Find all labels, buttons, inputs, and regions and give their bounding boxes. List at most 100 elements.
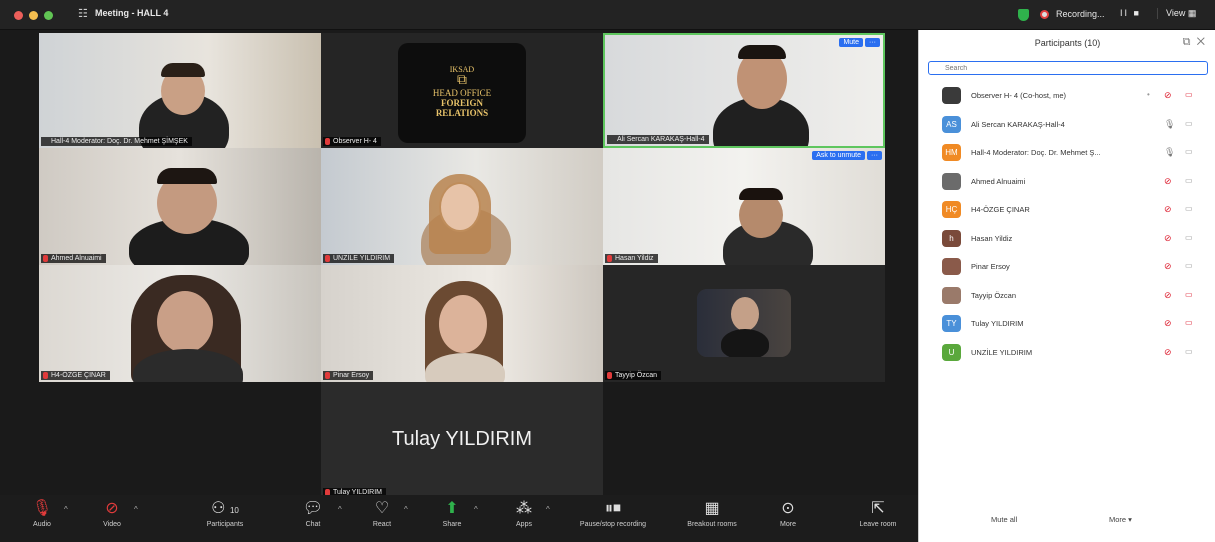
video-tile[interactable]: Pinar Ersoy <box>321 265 603 382</box>
participant-row[interactable]: U UNZİLE YILDIRIM ⊘ ▭ <box>919 339 1215 367</box>
camera-off-icon[interactable]: ▭ <box>1185 90 1193 99</box>
avatar <box>942 286 961 304</box>
iksad-logo: IKSAD ⧉ HEAD OFFICE FOREIGN RELATIONS <box>398 43 526 143</box>
participant-row[interactable]: Ahmed Alnuaimi ⊘ ▭ <box>919 168 1215 196</box>
tile-name: H4-ÖZGE ÇINAR <box>41 371 110 380</box>
participants-panel: Participants (10) ⧉ ✕ 🔍︎ Observer H- 4 (… <box>918 30 1215 542</box>
recording-label: Recording... <box>1056 9 1105 19</box>
share-options-chevron[interactable]: ^ <box>474 505 478 514</box>
mic-muted-icon[interactable]: ⊘ <box>1164 290 1172 301</box>
maximize-window-button[interactable] <box>44 11 53 20</box>
tile-name: Hasan Yildiz <box>605 254 658 263</box>
avatar <box>942 258 961 275</box>
chat-button[interactable]: 💬︎ Chat <box>298 499 328 528</box>
ask-to-unmute-button[interactable]: Ask to unmute <box>812 151 865 160</box>
minimize-window-button[interactable] <box>29 11 38 20</box>
mic-muted-icon[interactable]: ⊘ <box>1164 347 1172 358</box>
pop-out-icon[interactable]: ⧉ <box>1183 36 1191 48</box>
video-button[interactable]: ⊘ Video <box>94 499 130 528</box>
more-badge-button[interactable]: ··· <box>867 151 882 160</box>
participant-name: UNZİLE YILDIRIM <box>971 347 1033 357</box>
audio-button[interactable]: 🎙︎ Audio <box>24 499 60 528</box>
camera-off-icon[interactable]: ▭ <box>1185 290 1193 299</box>
tile-name: UNZİLE YILDIRIM <box>323 254 395 263</box>
participant-row[interactable]: h Hasan Yildiz ⊘ ▭ <box>919 225 1215 253</box>
participant-row[interactable]: Pinar Ersoy ⊘ ▭ <box>919 253 1215 281</box>
pause-stop-recording-button[interactable]: ⏸⏹ Pause/stop recording <box>562 499 664 528</box>
mic-icon[interactable]: 🎙︎ <box>1164 147 1175 158</box>
mute-badge-button[interactable]: Mute <box>839 38 863 47</box>
react-button[interactable]: ♡ React <box>364 499 400 528</box>
view-button[interactable]: View ▦ <box>1157 8 1196 19</box>
participant-name: Pinar Ersoy <box>971 262 1010 271</box>
search-input[interactable] <box>928 61 1208 75</box>
participant-row[interactable]: TY Tulay YILDIRIM ⊘ ▭ <box>919 310 1215 338</box>
audio-options-chevron[interactable]: ^ <box>64 505 68 514</box>
mic-muted-icon[interactable]: ⊘ <box>1164 261 1172 272</box>
meeting-toolbar: 🎙︎ Audio ^ ⊘ Video ^ ⚇ 10 Participants 💬︎ Ch… <box>0 495 918 542</box>
participant-row[interactable]: HÇ H4-ÖZGE ÇINAR ⊘ ▭ <box>919 196 1215 224</box>
video-tile[interactable]: UNZİLE YILDIRIM <box>321 148 603 265</box>
tile-name: Hall-4 Moderator: Doç. Dr. Mehmet ŞİMŞEK <box>41 137 192 146</box>
participant-row[interactable]: Tayyip Özcan ⊘ ▭ <box>919 282 1215 310</box>
video-tile[interactable]: Ask to unmute ··· Hasan Yildiz <box>603 148 885 265</box>
tile-name: Tayyip Özcan <box>605 371 662 380</box>
participant-name: Hasan Yildiz <box>971 233 1013 243</box>
mic-muted-icon[interactable]: ⊘ <box>1164 90 1172 101</box>
participant-row[interactable]: HM Hall-4 Moderator: Doç. Dr. Mehmet Ş...… <box>919 139 1215 167</box>
camera-icon[interactable]: ▭ <box>1185 347 1193 356</box>
avatar: U <box>942 343 961 361</box>
mic-muted-icon[interactable]: ⊘ <box>1164 204 1172 215</box>
video-stage: Hall-4 Moderator: Doç. Dr. Mehmet ŞİMŞEK… <box>0 30 918 499</box>
camera-icon[interactable]: ▭ <box>1185 119 1193 128</box>
react-options-chevron[interactable]: ^ <box>404 505 408 514</box>
share-button[interactable]: ⬆ Share <box>434 499 470 528</box>
panel-more-button[interactable]: More ▾ <box>1109 515 1132 524</box>
participant-name: Ahmed Alnuaimi <box>971 176 1026 186</box>
avatar: h <box>942 229 961 247</box>
video-tile[interactable]: Tulay YILDIRIM Tulay YILDIRIM <box>321 382 603 499</box>
recording-controls[interactable]: II ■ <box>1120 8 1141 18</box>
camera-icon[interactable]: ▭ <box>1185 176 1193 185</box>
video-tile[interactable]: IKSAD ⧉ HEAD OFFICE FOREIGN RELATIONS Ob… <box>321 33 603 148</box>
share-screen-icon: ⬆ <box>445 500 459 517</box>
participants-icon: ⚇ <box>211 500 226 517</box>
more-options-icon[interactable]: • <box>1147 90 1150 99</box>
chat-options-chevron[interactable]: ^ <box>338 505 342 514</box>
mic-muted-icon[interactable]: ⊘ <box>1164 318 1172 329</box>
more-badge-button[interactable]: ··· <box>865 38 880 47</box>
close-icon[interactable]: ✕ <box>1197 36 1205 48</box>
camera-icon[interactable]: ▭ <box>1185 147 1193 156</box>
mic-icon[interactable]: 🎙︎ <box>1164 119 1175 130</box>
mute-all-button[interactable]: Mute all <box>991 515 1017 524</box>
camera-icon[interactable]: ▭ <box>1185 204 1193 213</box>
avatar: HÇ <box>942 201 961 218</box>
participant-row[interactable]: Observer H- 4 (Co-host, me) • ⊘ ▭ <box>919 82 1215 110</box>
video-tile-active[interactable]: Mute ··· Ali Sercan KARAKAŞ-Hall-4 <box>603 33 885 148</box>
video-tile[interactable]: Ahmed Alnuaimi <box>39 148 321 265</box>
more-button[interactable]: ⊙ More <box>770 499 806 528</box>
participants-button[interactable]: ⚇ 10 Participants <box>195 499 255 528</box>
avatar: AS <box>942 115 961 133</box>
apps-button[interactable]: ⁂ Apps <box>506 499 542 528</box>
recording-icon <box>1040 10 1049 19</box>
close-window-button[interactable] <box>14 11 23 20</box>
participant-row[interactable]: AS Ali Sercan KARAKAŞ-Hall-4 🎙︎ ▭ <box>919 111 1215 139</box>
breakout-rooms-button[interactable]: ▦ Breakout rooms <box>672 499 752 528</box>
camera-icon[interactable]: ▭ <box>1185 261 1193 270</box>
apps-icon: ⁂ <box>516 500 532 517</box>
panel-title: Participants (10) <box>1034 38 1101 48</box>
video-tile[interactable]: Tayyip Özcan <box>603 265 885 382</box>
leave-room-icon: ⇱ <box>871 500 885 517</box>
video-tile[interactable]: Hall-4 Moderator: Doç. Dr. Mehmet ŞİMŞEK <box>39 33 321 148</box>
security-shield-icon[interactable] <box>1018 9 1029 21</box>
mic-muted-icon[interactable]: ⊘ <box>1164 233 1172 244</box>
tile-name: Pinar Ersoy <box>323 371 374 380</box>
camera-off-icon[interactable]: ▭ <box>1185 318 1193 327</box>
mic-muted-icon[interactable]: ⊘ <box>1164 176 1172 187</box>
apps-options-chevron[interactable]: ^ <box>546 505 550 514</box>
video-options-chevron[interactable]: ^ <box>134 505 138 514</box>
camera-icon[interactable]: ▭ <box>1185 233 1193 242</box>
leave-room-button[interactable]: ⇱ Leave room <box>850 499 906 528</box>
video-tile[interactable]: H4-ÖZGE ÇINAR <box>39 265 321 382</box>
